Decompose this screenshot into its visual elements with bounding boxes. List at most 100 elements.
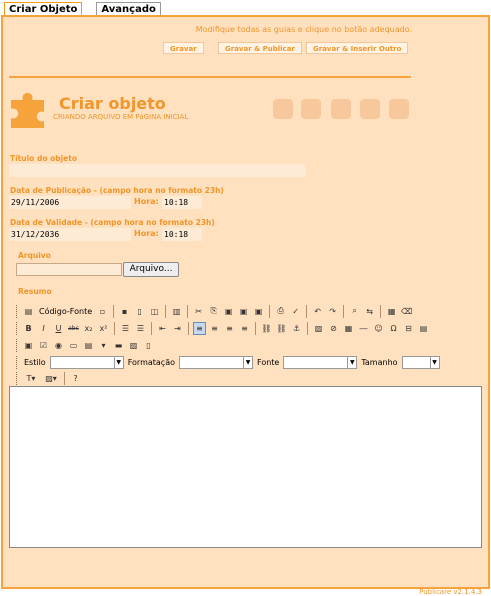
save-publish-button[interactable]: Gravar & Publicar <box>218 42 302 54</box>
file-path-input[interactable] <box>16 263 122 276</box>
preview-icon[interactable]: ◫ <box>148 305 161 318</box>
pub-date-input[interactable]: 29/11/2006 <box>9 196 131 209</box>
hidden-field-icon[interactable]: ▯ <box>142 339 155 352</box>
pub-hour-label: Hora: <box>134 197 159 206</box>
size-label: Tamanho <box>361 357 398 367</box>
subscript-icon[interactable]: x₂ <box>82 322 95 335</box>
eraser-icon[interactable]: ⌫ <box>400 305 413 318</box>
outdent-icon[interactable]: ⇤ <box>156 322 169 335</box>
image-icon[interactable]: ▨ <box>312 322 325 335</box>
text-color-icon[interactable]: T▾ <box>22 372 40 385</box>
justify-icon[interactable]: ≡ <box>238 322 251 335</box>
new-page-icon[interactable]: ▫ <box>96 305 109 318</box>
templates-icon[interactable]: ▥ <box>170 305 183 318</box>
image-button-icon[interactable]: ▨ <box>127 339 140 352</box>
cut-icon[interactable]: ✂ <box>192 305 205 318</box>
italic-icon[interactable]: I <box>37 322 50 335</box>
save-button[interactable]: Gravar <box>163 42 204 54</box>
style-label: Estilo <box>24 357 46 367</box>
anchor-icon[interactable]: ⚓ <box>290 322 303 335</box>
textfield-icon[interactable]: ▭ <box>67 339 80 352</box>
eye-icon[interactable] <box>360 99 380 119</box>
bullet-list-icon[interactable]: ☰ <box>134 322 147 335</box>
val-date-input[interactable]: 31/12/2036 <box>9 228 131 241</box>
object-icon[interactable] <box>273 99 293 119</box>
toolbar-row-5: T▾ ▨▾ ? <box>16 370 82 386</box>
size-select[interactable]: ▼ <box>401 355 440 369</box>
tab-bar: Criar Objeto Avançado <box>4 2 161 16</box>
version-text: Publicare v2.1.4.3 <box>419 588 482 596</box>
page-title: Criar objeto <box>59 94 166 113</box>
paste-icon[interactable]: ▣ <box>222 305 235 318</box>
source-icon[interactable]: ▤ <box>22 305 35 318</box>
val-hour-input[interactable]: 10:18 <box>162 228 202 241</box>
font-select[interactable]: ▼ <box>283 355 358 369</box>
new-doc-icon[interactable]: ▯ <box>133 305 146 318</box>
toolbar-row-3: ▣ ☑ ◉ ▭ ▤ ▾ ▬ ▨ ▯ <box>16 337 155 353</box>
bold-icon[interactable]: B <box>22 322 35 335</box>
flash-icon[interactable]: ⊘ <box>327 322 340 335</box>
title-label: Título do objeto <box>10 154 77 163</box>
title-input[interactable] <box>9 164 306 177</box>
form-icon[interactable]: ▤ <box>417 322 430 335</box>
special-char-icon[interactable]: Ω <box>387 322 400 335</box>
help-icon[interactable]: ? <box>69 372 82 385</box>
select-icon[interactable]: ▾ <box>97 339 110 352</box>
align-right-icon[interactable]: ≡ <box>223 322 236 335</box>
editor-toolbar: ▤ Código-Fonte ▫ ▪ ▯ ◫ ▥ ✂ ⎘ ▣ ▣ ▣ ⎙ ✓ ↶… <box>9 302 482 386</box>
save-icon[interactable]: ▪ <box>118 305 131 318</box>
form-element-icon[interactable]: ▣ <box>22 339 35 352</box>
ordered-list-icon[interactable]: ☰ <box>119 322 132 335</box>
paste-word-icon[interactable]: ▣ <box>252 305 265 318</box>
undo-icon[interactable]: ↶ <box>311 305 324 318</box>
style-select[interactable]: ▼ <box>49 355 124 369</box>
save-insert-button[interactable]: Gravar & Inserir Outro <box>306 42 409 54</box>
find-icon[interactable]: ⌕ <box>348 305 361 318</box>
val-date-label: Data de Validade - (campo hora no format… <box>10 218 215 227</box>
select-all-icon[interactable]: ▦ <box>385 305 398 318</box>
pub-date-label: Data de Publicação - (campo hora no form… <box>10 186 224 195</box>
align-center-icon[interactable]: ≡ <box>208 322 221 335</box>
header-divider <box>9 76 411 78</box>
bg-color-icon[interactable]: ▨▾ <box>42 372 60 385</box>
print-icon[interactable]: ⎙ <box>274 305 287 318</box>
underline-icon[interactable]: U <box>52 322 65 335</box>
font-label: Fonte <box>257 357 280 367</box>
pub-hour-input[interactable]: 10:18 <box>162 196 202 209</box>
superscript-icon[interactable]: x² <box>97 322 110 335</box>
format-select[interactable]: ▼ <box>179 355 253 369</box>
align-left-icon[interactable]: ≡ <box>193 321 206 335</box>
indent-icon[interactable]: ⇥ <box>171 322 184 335</box>
table-icon[interactable]: ▦ <box>342 322 355 335</box>
replace-icon[interactable]: ⇆ <box>363 305 376 318</box>
pagebreak-icon[interactable]: ⊟ <box>402 322 415 335</box>
file-label: Arquivo <box>18 251 51 260</box>
comment-icon[interactable] <box>331 99 351 119</box>
checkbox-icon[interactable]: ☑ <box>37 339 50 352</box>
file-browse-button[interactable]: Arquivo... <box>123 262 179 277</box>
smiley-icon[interactable]: ☺ <box>372 322 385 335</box>
redo-icon[interactable]: ↷ <box>326 305 339 318</box>
hr-icon[interactable]: ― <box>357 322 370 335</box>
tab-avancado[interactable]: Avançado <box>96 2 161 16</box>
button-icon[interactable]: ▬ <box>112 339 125 352</box>
spellcheck-icon[interactable]: ✓ <box>289 305 302 318</box>
document-icon[interactable] <box>389 99 409 119</box>
toolbar-grip <box>16 304 18 318</box>
editor-content-area[interactable] <box>9 386 482 548</box>
paste-text-icon[interactable]: ▣ <box>237 305 250 318</box>
toolbar-row-1: ▤ Código-Fonte ▫ ▪ ▯ ◫ ▥ ✂ ⎘ ▣ ▣ ▣ ⎙ ✓ ↶… <box>16 303 413 319</box>
puzzle-icon <box>11 92 44 128</box>
radio-icon[interactable]: ◉ <box>52 339 65 352</box>
gear-icon[interactable] <box>301 99 321 119</box>
link-icon[interactable]: ⛓ <box>260 322 273 335</box>
tab-criar-objeto[interactable]: Criar Objeto <box>4 2 83 16</box>
page-subtitle: CRIANDO ARQUIVO EM PáGINA INICIAL <box>53 113 189 121</box>
unlink-icon[interactable]: ⛓ <box>275 322 288 335</box>
strike-icon[interactable]: abc <box>67 322 80 335</box>
textarea-icon[interactable]: ▤ <box>82 339 95 352</box>
chevron-down-icon: ▼ <box>347 356 356 368</box>
copy-icon[interactable]: ⎘ <box>207 305 220 318</box>
summary-label: Resumo <box>18 287 52 296</box>
source-button[interactable]: Código-Fonte <box>39 307 92 316</box>
